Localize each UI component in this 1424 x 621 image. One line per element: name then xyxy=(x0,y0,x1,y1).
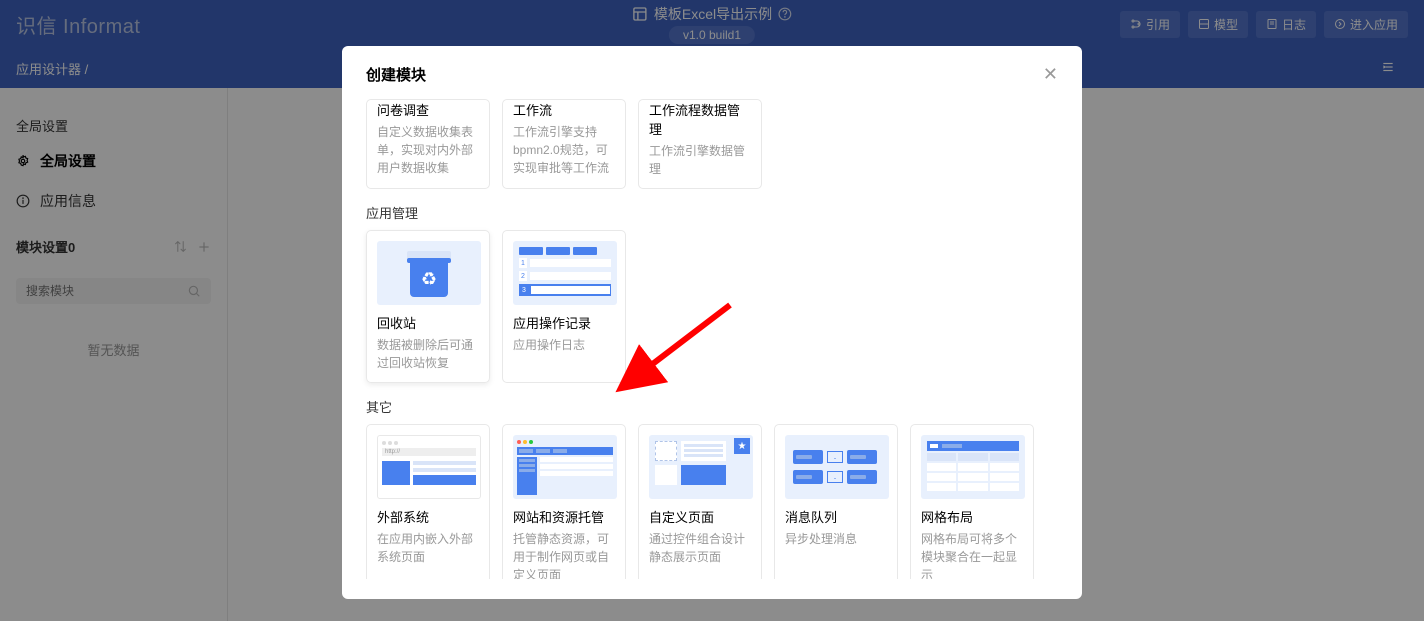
section-label-app-mgmt: 应用管理 xyxy=(366,203,1058,222)
card-desc: 通过控件组合设计静态展示页面 xyxy=(649,530,751,566)
card-desc: 工作流引擎数据管理 xyxy=(649,142,751,178)
card-title: 消息队列 xyxy=(785,507,887,526)
section-label-other: 其它 xyxy=(366,397,1058,416)
card-title: 应用操作记录 xyxy=(513,313,615,332)
card-title: 外部系统 xyxy=(377,507,479,526)
operation-log-icon: 1 2 3 xyxy=(513,241,617,305)
card-message-queue[interactable]: 消息队列 异步处理消息 xyxy=(774,424,898,579)
card-workflow-data[interactable]: 工作流程数据管理 工作流引擎数据管理 xyxy=(638,99,762,189)
modal-body: 问卷调查 自定义数据收集表单，实现对内外部用户数据收集 工作流 工作流引擎支持b… xyxy=(342,99,1082,579)
card-grid-other: http:// 外部系统 在应用内嵌入外部系统页面 xyxy=(366,424,1058,579)
card-desc: 在应用内嵌入外部系统页面 xyxy=(377,530,479,566)
modal-title: 创建模块 xyxy=(366,64,426,85)
close-icon[interactable]: ✕ xyxy=(1043,64,1058,85)
card-title: 工作流程数据管理 xyxy=(649,100,751,138)
card-desc: 异步处理消息 xyxy=(785,530,887,548)
card-title: 网站和资源托管 xyxy=(513,507,615,526)
message-queue-icon xyxy=(785,435,889,499)
card-desc: 应用操作日志 xyxy=(513,336,615,354)
card-title: 网格布局 xyxy=(921,507,1023,526)
card-desc: 工作流引擎支持bpmn2.0规范，可实现审批等工作流 xyxy=(513,123,615,177)
card-grid-app-mgmt: 回收站 数据被删除后可通过回收站恢复 1 2 3 应用操作记录 应用操作日志 xyxy=(366,230,1058,383)
card-desc: 数据被删除后可通过回收站恢复 xyxy=(377,336,479,372)
card-workflow[interactable]: 工作流 工作流引擎支持bpmn2.0规范，可实现审批等工作流 xyxy=(502,99,626,189)
card-desc: 网格布局可将多个模块聚合在一起显示 xyxy=(921,530,1023,579)
card-website-hosting[interactable]: 网站和资源托管 托管静态资源，可用于制作网页或自定义页面 xyxy=(502,424,626,579)
grid-layout-icon xyxy=(921,435,1025,499)
card-survey[interactable]: 问卷调查 自定义数据收集表单，实现对内外部用户数据收集 xyxy=(366,99,490,189)
card-title: 自定义页面 xyxy=(649,507,751,526)
card-recycle-bin[interactable]: 回收站 数据被删除后可通过回收站恢复 xyxy=(366,230,490,383)
card-grid-layout[interactable]: 网格布局 网格布局可将多个模块聚合在一起显示 xyxy=(910,424,1034,579)
card-external-system[interactable]: http:// 外部系统 在应用内嵌入外部系统页面 xyxy=(366,424,490,579)
modal-header: 创建模块 ✕ xyxy=(342,46,1082,99)
website-hosting-icon xyxy=(513,435,617,499)
card-title: 工作流 xyxy=(513,100,615,119)
recycle-bin-icon xyxy=(377,241,481,305)
card-operation-log[interactable]: 1 2 3 应用操作记录 应用操作日志 xyxy=(502,230,626,383)
card-custom-page[interactable]: ★ 自定义页面 通过控件组合设计静态展示页面 xyxy=(638,424,762,579)
card-desc: 自定义数据收集表单，实现对内外部用户数据收集 xyxy=(377,123,479,177)
custom-page-icon: ★ xyxy=(649,435,753,499)
create-module-modal: 创建模块 ✕ 问卷调查 自定义数据收集表单，实现对内外部用户数据收集 工作流 工… xyxy=(342,46,1082,599)
card-title: 回收站 xyxy=(377,313,479,332)
card-row-top: 问卷调查 自定义数据收集表单，实现对内外部用户数据收集 工作流 工作流引擎支持b… xyxy=(366,99,1058,189)
card-desc: 托管静态资源，可用于制作网页或自定义页面 xyxy=(513,530,615,579)
card-title: 问卷调查 xyxy=(377,100,479,119)
external-system-icon: http:// xyxy=(377,435,481,499)
